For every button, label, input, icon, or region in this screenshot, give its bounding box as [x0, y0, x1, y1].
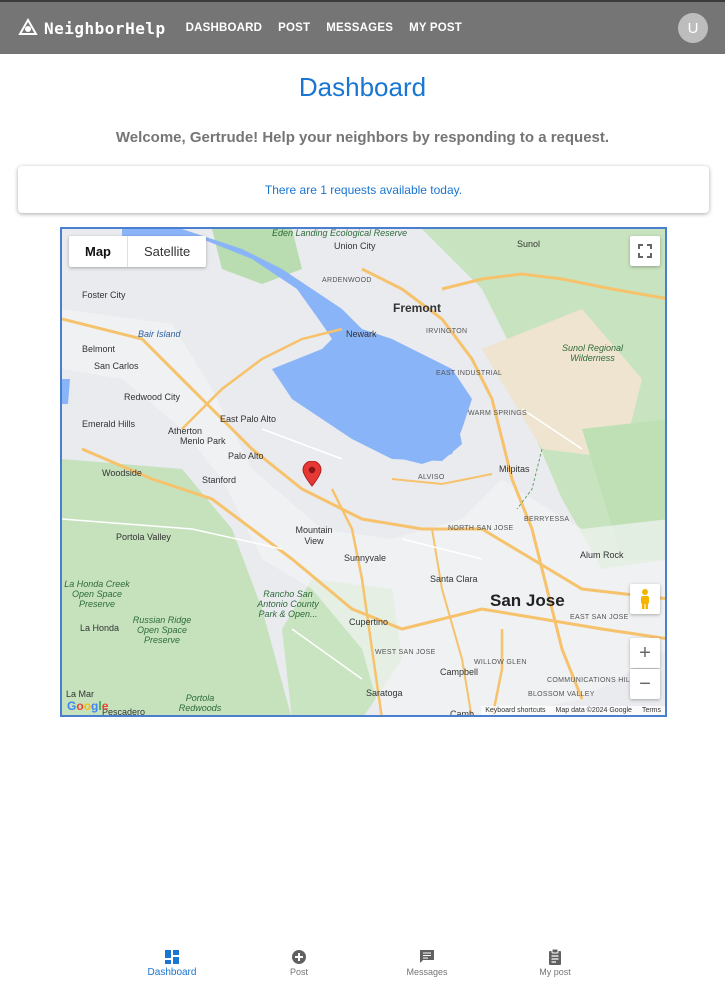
clipboard-icon: [549, 949, 561, 965]
top-nav: DASHBOARD POST MESSAGES MY POST: [186, 22, 478, 34]
map-label: NORTH SAN JOSE: [448, 525, 514, 532]
street-view-button[interactable]: [630, 584, 660, 614]
map-label: Palo Alto: [228, 451, 264, 461]
map-label: Campbell: [440, 667, 479, 677]
dashboard-icon: [165, 950, 179, 964]
map-label: Menlo Park: [180, 436, 226, 446]
map-label: WILLOW GLEN: [474, 659, 527, 666]
terms-link[interactable]: Terms: [642, 707, 661, 714]
map-label: Sunol Regional Wilderness: [561, 343, 624, 363]
map-label: Emerald Hills: [82, 419, 136, 429]
bottom-nav-label: Dashboard: [147, 967, 197, 978]
bottom-nav-label: My post: [539, 967, 571, 977]
map-label: San Carlos: [94, 361, 139, 371]
map-label: Newark: [346, 329, 377, 339]
map-label: La Mar: [66, 689, 95, 699]
map-label: Bair Island: [138, 329, 181, 339]
map-label: Alum Rock: [580, 550, 624, 560]
add-circle-icon: [292, 950, 306, 964]
map-label: Woodside: [102, 468, 142, 478]
map-label: Eden Landing Ecological Reserve: [272, 228, 408, 238]
map-label: Atherton: [168, 426, 203, 436]
nav-post[interactable]: POST: [278, 22, 310, 34]
brand[interactable]: NeighborHelp: [18, 18, 166, 38]
map-label: Belmont: [82, 344, 116, 354]
map-label: La Honda: [80, 623, 120, 633]
google-logo: Google: [67, 699, 109, 713]
map-label: Camb: [450, 709, 475, 717]
map-label: COMMUNICATIONS HILL: [547, 677, 635, 684]
map-label: Stanford: [202, 475, 237, 485]
bottom-nav-my-post[interactable]: My post: [515, 936, 595, 977]
map-label: Union City: [334, 241, 376, 251]
requests-card: There are 1 requests available today.: [18, 166, 709, 213]
map-label: Fremont: [393, 301, 441, 315]
map-label: East Palo Alto: [220, 414, 277, 424]
bottom-nav-label: Post: [289, 967, 308, 977]
app-bar: NeighborHelp DASHBOARD POST MESSAGES MY …: [0, 0, 725, 54]
bottom-nav: Dashboard Post Messages My post: [0, 936, 725, 984]
map[interactable]: Eden Landing Ecological Reserve Union Ci…: [60, 227, 667, 717]
bottom-nav-post[interactable]: Post: [259, 936, 339, 977]
map-label: Pescadero: [102, 707, 146, 717]
nav-dashboard[interactable]: DASHBOARD: [186, 22, 263, 34]
map-label: Portola Redwoods: [178, 693, 222, 713]
nav-messages[interactable]: MESSAGES: [326, 22, 393, 34]
bottom-nav-label: Messages: [406, 967, 448, 977]
map-attribution: Keyboard shortcuts Map data ©2024 Google…: [481, 706, 665, 715]
map-label: San Jose: [490, 591, 565, 610]
map-label: Milpitas: [499, 464, 530, 474]
location-pin-icon[interactable]: [301, 461, 323, 487]
map-label: Portola Valley: [116, 532, 171, 542]
map-label: Cupertino: [349, 617, 389, 627]
avatar[interactable]: U: [678, 13, 708, 43]
map-label: Saratoga: [366, 688, 403, 698]
map-type-satellite-button[interactable]: Satellite: [128, 236, 206, 267]
fullscreen-icon: [638, 244, 652, 258]
map-label: La Honda Creek Open Space Preserve: [64, 579, 130, 609]
zoom-out-button[interactable]: −: [630, 669, 660, 699]
map-label: Rancho San Antonio County Park & Open...: [257, 589, 319, 619]
page-title: Dashboard: [298, 72, 427, 102]
map-label: Redwood City: [124, 392, 181, 402]
map-label: Mountain View: [295, 525, 333, 546]
map-label: Santa Clara: [430, 574, 478, 584]
logo-icon: [18, 18, 38, 35]
nav-my-post[interactable]: MY POST: [409, 22, 462, 34]
map-label: Sunol: [517, 239, 541, 249]
map-label: ARDENWOOD: [322, 277, 372, 284]
map-label: BERRYESSA: [524, 516, 570, 523]
chat-icon: [420, 950, 434, 963]
brand-name: NeighborHelp: [44, 18, 166, 38]
map-label: Russian Ridge Open Space Preserve: [132, 615, 192, 645]
map-label: IRVINGTON: [426, 328, 468, 335]
welcome-message: Welcome, Gertrude! Help your neighbors b…: [115, 129, 610, 146]
bottom-nav-dashboard[interactable]: Dashboard: [132, 936, 212, 978]
bottom-nav-messages[interactable]: Messages: [387, 936, 467, 977]
map-label: BLOSSOM VALLEY: [528, 691, 595, 698]
map-type-map-button[interactable]: Map: [69, 236, 128, 267]
map-label: EAST SAN JOSE: [570, 614, 629, 621]
map-label: Sunnyvale: [344, 553, 387, 563]
fullscreen-button[interactable]: [630, 236, 660, 266]
map-label: WARM SPRINGS: [468, 410, 527, 417]
map-label: Foster City: [82, 290, 126, 300]
requests-notice: There are 1 requests available today.: [264, 182, 463, 197]
map-label: EAST INDUSTRIAL: [436, 370, 503, 377]
pegman-icon: [641, 589, 649, 609]
keyboard-shortcuts-link[interactable]: Keyboard shortcuts: [485, 707, 545, 714]
map-data-text: Map data ©2024 Google: [555, 707, 632, 714]
map-type-toggle: Map Satellite: [69, 236, 207, 267]
map-label: WEST SAN JOSE: [375, 649, 436, 656]
zoom-in-button[interactable]: +: [630, 638, 660, 668]
map-label: ALVISO: [418, 474, 445, 481]
